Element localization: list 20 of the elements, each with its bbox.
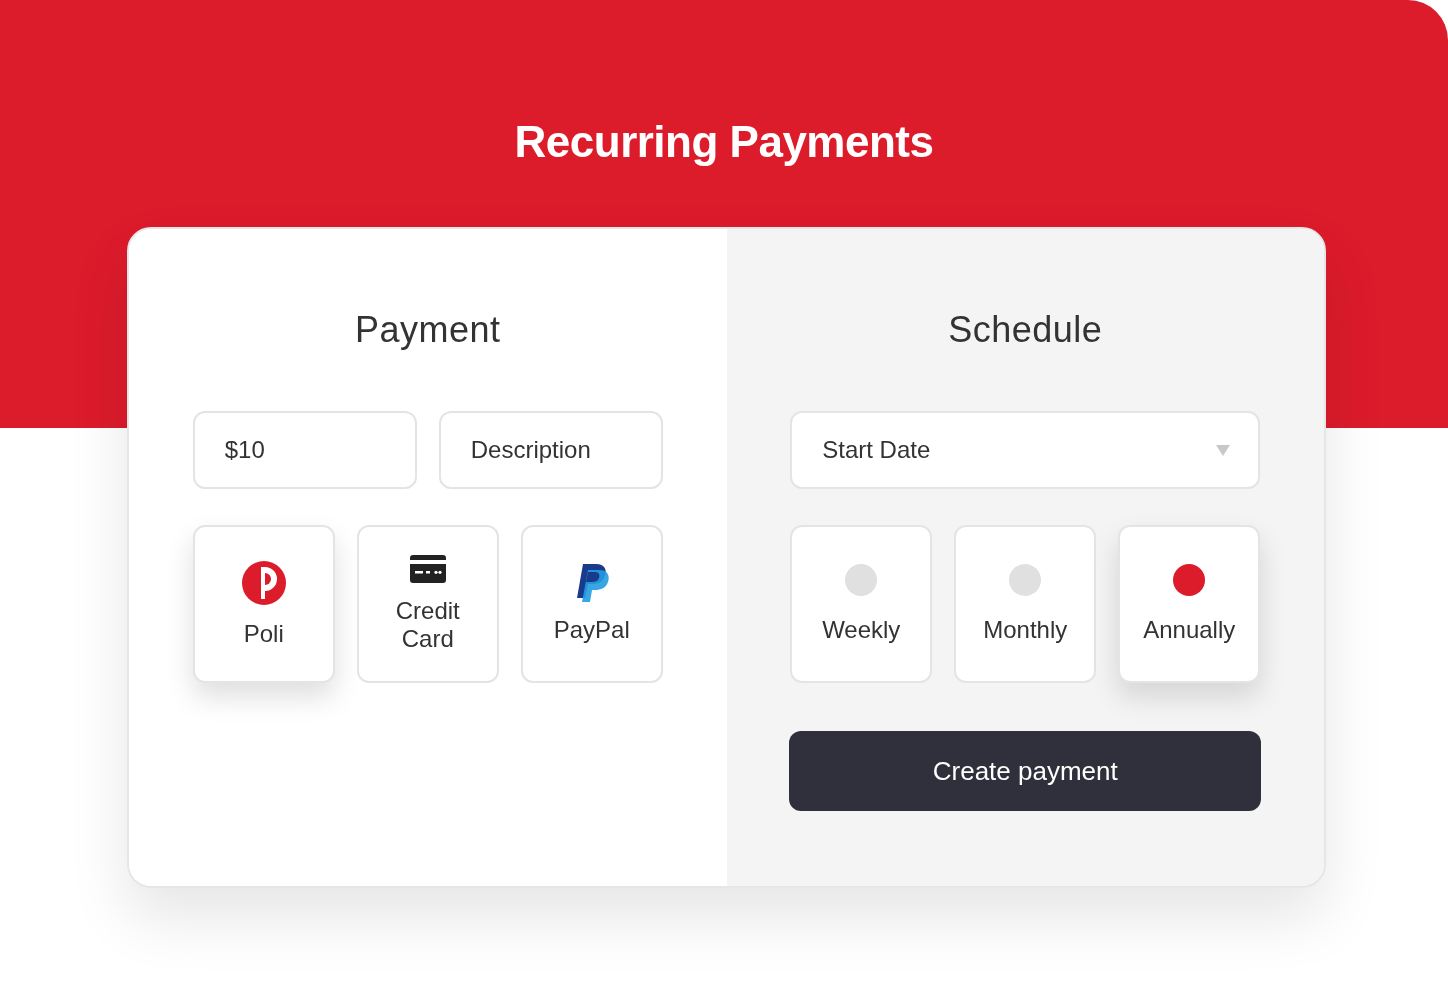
frequency-option[interactable]: Weekly: [790, 525, 933, 683]
amount-field[interactable]: $10: [192, 411, 417, 489]
payment-method-option[interactable]: PayPal: [520, 525, 663, 683]
section-heading: Schedule: [947, 308, 1104, 352]
radio-dot-icon: [1009, 564, 1042, 596]
frequency-option[interactable]: Annually: [1118, 525, 1261, 683]
payment-method-option[interactable]: Credit Card: [356, 525, 499, 683]
credit-card-icon: [409, 555, 446, 583]
paypal-logo-icon: [574, 564, 609, 602]
start-date-dropdown[interactable]: Start Date: [790, 411, 1261, 489]
page-title: Recurring Payments: [514, 116, 934, 168]
radio-dot-icon: [845, 564, 878, 596]
caret-icon: [1216, 445, 1231, 456]
description-field[interactable]: Description: [438, 411, 663, 489]
section-heading: Payment: [353, 308, 502, 352]
payment-method-option[interactable]: Poli: [192, 525, 335, 683]
frequency-option[interactable]: Monthly: [954, 525, 1097, 683]
create-payment-button[interactable]: Create payment: [789, 731, 1262, 811]
poli-logo-icon: [240, 560, 287, 606]
radio-dot-icon: [1173, 564, 1206, 596]
